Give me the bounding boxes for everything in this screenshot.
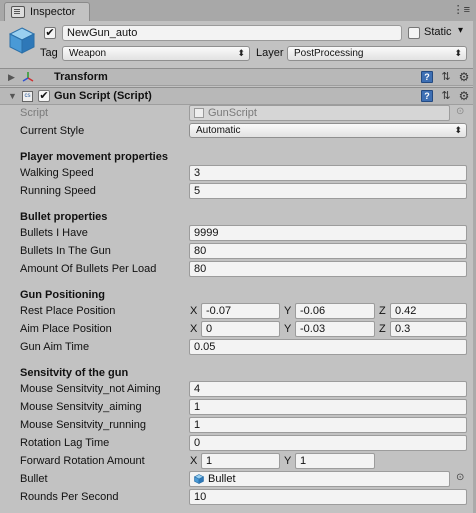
rest-y-input[interactable]: -0.06 bbox=[295, 303, 375, 319]
per-load-input[interactable]: 80 bbox=[189, 261, 467, 277]
walking-speed-label: Walking Speed bbox=[20, 167, 94, 179]
tab-menu-icon[interactable]: ⋮≡ bbox=[453, 3, 470, 16]
gear-icon[interactable]: ⚙ bbox=[458, 71, 470, 83]
axis-y-label[interactable]: Y bbox=[284, 323, 291, 335]
current-style-value: Automatic bbox=[196, 125, 241, 136]
section-bullet: Bullet properties bbox=[20, 211, 108, 223]
aim-x-input[interactable]: 0 bbox=[201, 321, 280, 337]
axis-x-label[interactable]: X bbox=[190, 305, 197, 317]
script-label: Script bbox=[20, 107, 49, 119]
rotation-lag-input[interactable]: 0 bbox=[189, 435, 467, 451]
forward-y-input[interactable]: 1 bbox=[295, 453, 375, 469]
fold-closed-icon[interactable]: ▶ bbox=[8, 72, 15, 83]
inspector-window: Inspector ⋮≡ ✔ NewGun_auto Static ▾ Tag … bbox=[0, 0, 476, 513]
tag-dropdown-arrow-icon: ⬍ bbox=[237, 48, 245, 58]
layer-label: Layer bbox=[256, 47, 284, 59]
aim-time-label: Gun Aim Time bbox=[20, 341, 90, 353]
presets-icon[interactable]: ⇅ bbox=[440, 90, 452, 102]
sens-aiming-input[interactable]: 1 bbox=[189, 399, 467, 415]
transform-title: Transform bbox=[54, 71, 108, 83]
gunscript-enabled-checkbox[interactable]: ✔ bbox=[38, 90, 50, 102]
axis-x-label[interactable]: X bbox=[190, 455, 197, 467]
gunscript-title: Gun Script (Script) bbox=[54, 90, 152, 102]
tab-label: Inspector bbox=[30, 6, 76, 18]
aim-z-input[interactable]: 0.3 bbox=[390, 321, 467, 337]
axis-y-label[interactable]: Y bbox=[284, 455, 291, 467]
running-speed-input[interactable]: 5 bbox=[189, 183, 467, 199]
transform-axes-icon bbox=[22, 72, 34, 82]
rest-z-input[interactable]: 0.42 bbox=[390, 303, 467, 319]
script-file-icon bbox=[194, 108, 204, 118]
script-file-icon: cs bbox=[22, 91, 33, 102]
current-style-dropdown[interactable]: Automatic ⬍ bbox=[189, 123, 467, 138]
tag-dropdown[interactable]: Weapon ⬍ bbox=[62, 46, 250, 61]
prefab-cube-icon bbox=[194, 474, 204, 484]
help-book-icon[interactable]: ? bbox=[421, 90, 433, 102]
layer-value: PostProcessing bbox=[294, 48, 364, 59]
dropdown-arrow-icon: ⬍ bbox=[454, 125, 462, 135]
static-label: Static bbox=[424, 26, 452, 38]
gunscript-component-header[interactable]: ▼ cs ✔ Gun Script (Script) ? ⇅ ⚙ bbox=[0, 87, 476, 105]
section-positioning: Gun Positioning bbox=[20, 289, 105, 301]
aim-y-input[interactable]: -0.03 bbox=[295, 321, 375, 337]
script-object-field: GunScript bbox=[189, 105, 450, 121]
tab-bar: Inspector ⋮≡ bbox=[0, 0, 476, 22]
rest-x-input[interactable]: -0.07 bbox=[201, 303, 280, 319]
sens-aiming-label: Mouse Sensitvity_aiming bbox=[20, 401, 142, 413]
object-picker-icon[interactable]: ⊙ bbox=[456, 472, 464, 483]
transform-component-header[interactable]: ▶ Transform ? ⇅ ⚙ bbox=[0, 68, 476, 86]
forward-rotation-label: Forward Rotation Amount bbox=[20, 455, 145, 467]
section-sensitivity: Sensitvity of the gun bbox=[20, 367, 129, 379]
inspector-icon bbox=[11, 6, 25, 18]
rest-position-label: Rest Place Position bbox=[20, 305, 116, 317]
object-picker-icon: ⊙ bbox=[456, 106, 465, 117]
layer-dropdown[interactable]: PostProcessing ⬍ bbox=[287, 46, 467, 61]
rounds-per-second-label: Rounds Per Second bbox=[20, 491, 119, 503]
section-movement: Player movement properties bbox=[20, 151, 168, 163]
bullet-value: Bullet bbox=[208, 473, 236, 485]
bullets-gun-label: Bullets In The Gun bbox=[20, 245, 111, 257]
forward-x-input[interactable]: 1 bbox=[201, 453, 280, 469]
sens-running-label: Mouse Sensitvity_running bbox=[20, 419, 146, 431]
axis-y-label[interactable]: Y bbox=[284, 305, 291, 317]
static-dropdown-arrow-icon[interactable]: ▾ bbox=[458, 25, 463, 36]
bullets-have-label: Bullets I Have bbox=[20, 227, 88, 239]
axis-z-label[interactable]: Z bbox=[379, 323, 386, 335]
running-speed-label: Running Speed bbox=[20, 185, 96, 197]
sens-not-aiming-label: Mouse Sensitvity_not Aiming bbox=[20, 383, 161, 395]
sens-not-aiming-input[interactable]: 4 bbox=[189, 381, 467, 397]
walking-speed-input[interactable]: 3 bbox=[189, 165, 467, 181]
fold-open-icon[interactable]: ▼ bbox=[8, 91, 17, 101]
presets-icon[interactable]: ⇅ bbox=[440, 71, 452, 83]
tag-value: Weapon bbox=[69, 48, 107, 59]
gameobject-name-input[interactable]: NewGun_auto bbox=[62, 25, 402, 41]
axis-x-label[interactable]: X bbox=[190, 323, 197, 335]
bullets-gun-input[interactable]: 80 bbox=[189, 243, 467, 259]
tag-label: Tag bbox=[40, 47, 58, 59]
aim-position-label: Aim Place Position bbox=[20, 323, 112, 335]
bullets-have-input[interactable]: 9999 bbox=[189, 225, 467, 241]
bullet-object-field[interactable]: Bullet bbox=[189, 471, 450, 487]
gear-icon[interactable]: ⚙ bbox=[458, 90, 470, 102]
aim-time-input[interactable]: 0.05 bbox=[189, 339, 467, 355]
current-style-label: Current Style bbox=[20, 125, 85, 137]
layer-dropdown-arrow-icon: ⬍ bbox=[454, 48, 462, 58]
sens-running-input[interactable]: 1 bbox=[189, 417, 467, 433]
gameobject-cube-icon bbox=[8, 27, 36, 54]
bullet-label: Bullet bbox=[20, 473, 48, 485]
help-book-icon[interactable]: ? bbox=[421, 71, 433, 83]
gameobject-active-checkbox[interactable]: ✔ bbox=[44, 27, 56, 39]
static-checkbox[interactable] bbox=[408, 27, 420, 39]
rotation-lag-label: Rotation Lag Time bbox=[20, 437, 110, 449]
script-value: GunScript bbox=[208, 107, 257, 119]
gameobject-header: ✔ NewGun_auto Static ▾ Tag Weapon ⬍ Laye… bbox=[0, 21, 476, 67]
tab-inspector[interactable]: Inspector bbox=[4, 2, 90, 21]
per-load-label: Amount Of Bullets Per Load bbox=[20, 263, 157, 275]
axis-z-label[interactable]: Z bbox=[379, 305, 386, 317]
rounds-per-second-input[interactable]: 10 bbox=[189, 489, 467, 505]
